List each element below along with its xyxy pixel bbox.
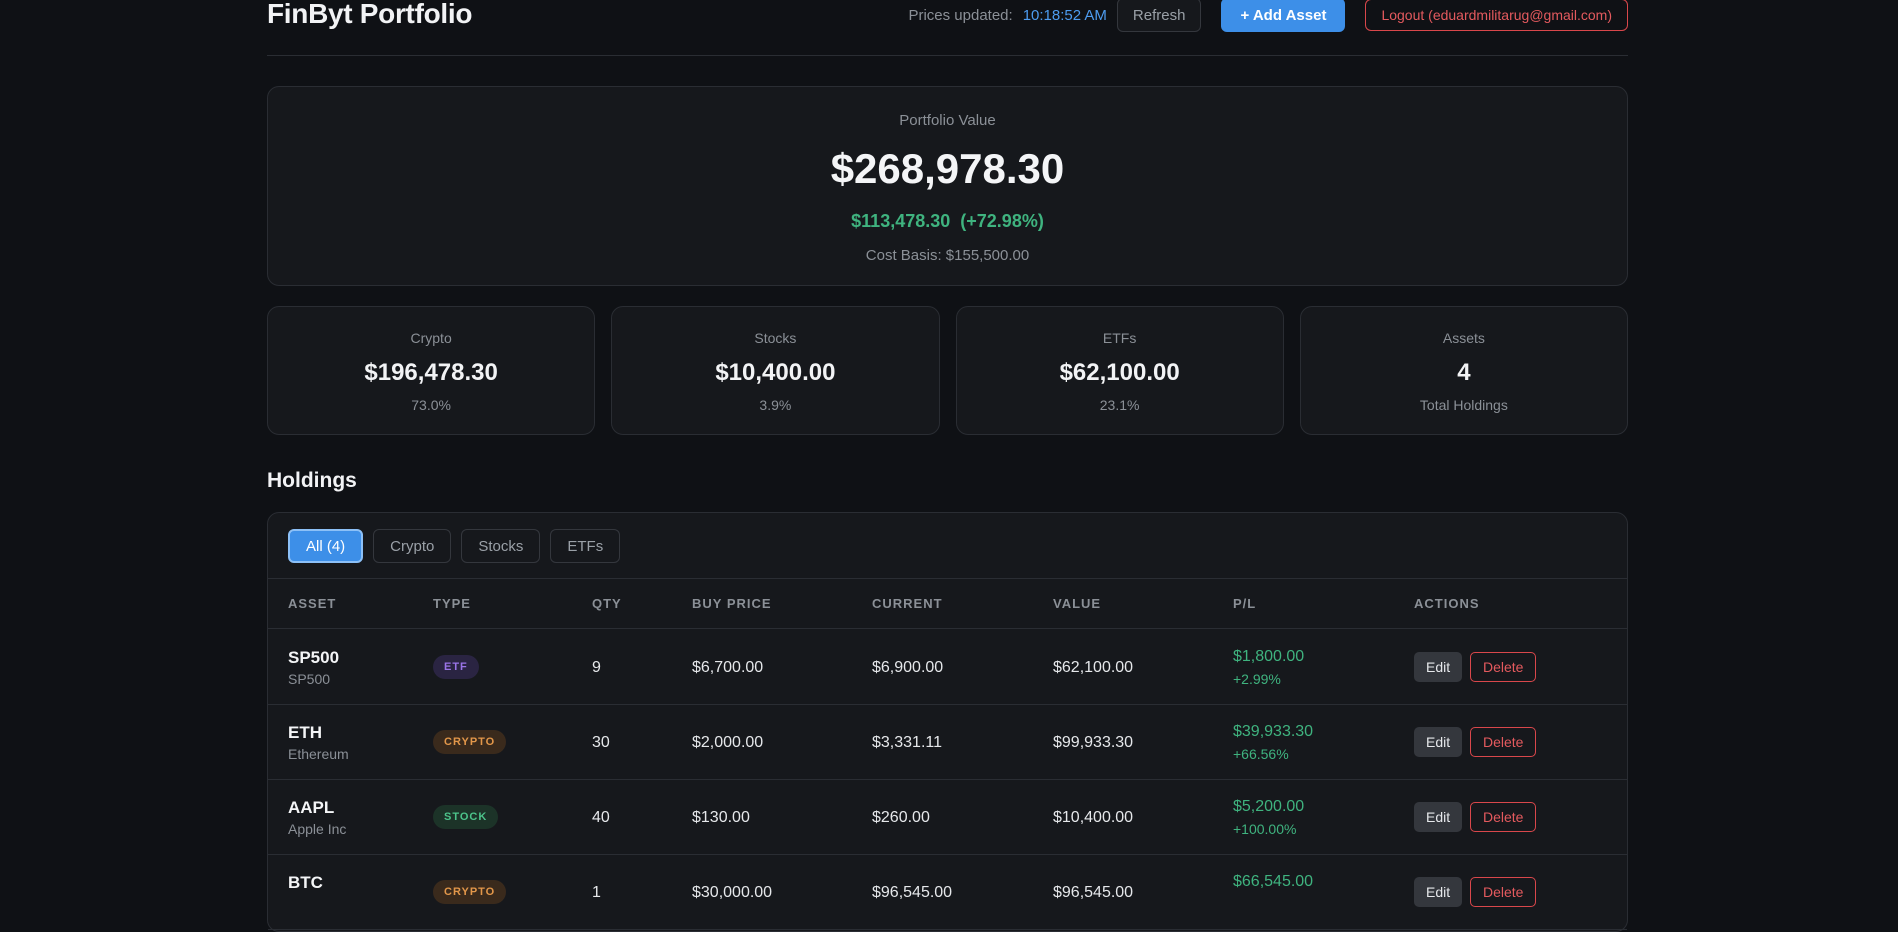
edit-button[interactable]: Edit <box>1414 802 1463 832</box>
pl-percent: +100.00% <box>1233 821 1297 837</box>
type-badge: CRYPTO <box>433 730 507 754</box>
app-container: FinByt Portfolio Prices updated: 10:18:5… <box>267 0 1628 932</box>
holdings-table: All (4) Crypto Stocks ETFs ASSET TYPE QT… <box>267 512 1628 932</box>
column-header-current[interactable]: CURRENT <box>872 596 943 611</box>
column-header-pl[interactable]: P/L <box>1233 596 1256 611</box>
stat-label: Crypto <box>410 330 452 346</box>
pl-amount: $66,545.00 <box>1233 873 1314 890</box>
asset-symbol: BTC <box>288 873 323 892</box>
type-badge: ETF <box>433 655 479 679</box>
add-asset-button[interactable]: + Add Asset <box>1221 0 1346 32</box>
stat-sub: 23.1% <box>1099 397 1140 413</box>
filter-all[interactable]: All (4) <box>288 529 364 563</box>
stat-card-crypto: Crypto $196,478.30 73.0% <box>267 306 596 435</box>
stat-sub: Total Holdings <box>1419 397 1508 413</box>
column-header-buy-price[interactable]: BUY PRICE <box>692 596 772 611</box>
edit-button[interactable]: Edit <box>1414 877 1463 907</box>
prices-updated-label: Prices updated: <box>908 6 1013 24</box>
filter-crypto[interactable]: Crypto <box>373 529 452 563</box>
asset-name: Ethereum <box>288 746 349 762</box>
stats-row: Crypto $196,478.30 73.0% Stocks $10,400.… <box>267 306 1628 435</box>
portfolio-value-label: Portfolio Value <box>899 112 996 129</box>
asset-name: SP500 <box>288 671 331 687</box>
type-badge: CRYPTO <box>433 880 507 904</box>
header: FinByt Portfolio Prices updated: 10:18:5… <box>267 0 1628 56</box>
current-price: $96,545.00 <box>872 884 953 901</box>
logout-button[interactable]: Logout (eduardmilitarug@gmail.com) <box>1365 0 1628 31</box>
table-row[interactable]: BTC CRYPTO 1 $30,000.00 $96,545.00 $96,5… <box>268 855 1627 930</box>
portfolio-value-card: Portfolio Value $268,978.30 $113,478.30 … <box>267 86 1628 286</box>
column-header-asset[interactable]: ASSET <box>288 596 336 611</box>
edit-button[interactable]: Edit <box>1414 727 1463 757</box>
filter-etfs[interactable]: ETFs <box>550 529 621 563</box>
asset-name: Apple Inc <box>288 821 347 837</box>
stat-card-etfs: ETFs $62,100.00 23.1% <box>955 306 1284 435</box>
qty: 9 <box>592 659 601 676</box>
table-row[interactable]: SP500 SP500 ETF 9 $6,700.00 $6,900.00 $6… <box>268 630 1627 705</box>
buy-price: $6,700.00 <box>692 659 764 676</box>
stat-card-stocks: Stocks $10,400.00 3.9% <box>611 306 940 435</box>
table-row[interactable]: AAPL Apple Inc STOCK 40 $130.00 $260.00 … <box>268 780 1627 855</box>
column-header-type[interactable]: TYPE <box>433 596 471 611</box>
pl-percent: +66.56% <box>1233 746 1289 762</box>
current-price: $3,331.11 <box>872 734 942 751</box>
column-header-actions: ACTIONS <box>1414 596 1480 611</box>
pl-percent: +2.99% <box>1233 671 1281 687</box>
type-badge: STOCK <box>433 805 499 829</box>
holdings-title: Holdings <box>267 469 357 492</box>
delete-button[interactable]: Delete <box>1470 652 1537 682</box>
prices-updated-time: 10:18:52 AM <box>1022 6 1107 24</box>
delete-button[interactable]: Delete <box>1470 727 1537 757</box>
value: $62,100.00 <box>1053 659 1134 676</box>
pl-amount: $39,933.30 <box>1233 723 1314 740</box>
column-header-qty[interactable]: QTY <box>592 596 622 611</box>
current-price: $6,900.00 <box>872 659 944 676</box>
stat-value: $196,478.30 <box>364 359 498 386</box>
asset-symbol: ETH <box>288 723 322 742</box>
app-title: FinByt Portfolio <box>267 0 473 29</box>
pl-amount: $1,800.00 <box>1233 648 1305 665</box>
stat-label: Assets <box>1442 330 1485 346</box>
table-header: ASSET TYPE QTY BUY PRICE CURRENT VALUE P… <box>268 578 1627 629</box>
portfolio-change-percent: (+72.98%) <box>960 211 1044 231</box>
stat-value: 4 <box>1457 359 1471 386</box>
qty: 1 <box>592 884 601 901</box>
edit-button[interactable]: Edit <box>1414 652 1463 682</box>
current-price: $260.00 <box>872 809 930 826</box>
portfolio-change: $113,478.30 (+72.98%) <box>268 211 1627 232</box>
stat-card-assets: Assets 4 Total Holdings <box>1299 306 1628 435</box>
stat-value: $10,400.00 <box>715 359 836 386</box>
delete-button[interactable]: Delete <box>1470 802 1537 832</box>
column-header-value[interactable]: VALUE <box>1053 596 1101 611</box>
qty: 30 <box>592 734 610 751</box>
portfolio-value: $268,978.30 <box>830 145 1065 192</box>
stat-value: $62,100.00 <box>1059 359 1180 386</box>
refresh-button[interactable]: Refresh <box>1116 0 1202 32</box>
asset-symbol: AAPL <box>288 798 335 817</box>
qty: 40 <box>592 809 610 826</box>
portfolio-change-amount: $113,478.30 <box>851 211 951 231</box>
cost-basis: Cost Basis: $155,500.00 <box>865 247 1030 264</box>
value: $10,400.00 <box>1053 809 1134 826</box>
buy-price: $30,000.00 <box>692 884 773 901</box>
filter-stocks[interactable]: Stocks <box>461 529 541 563</box>
pl-amount: $5,200.00 <box>1233 798 1305 815</box>
filter-tabs: All (4) Crypto Stocks ETFs <box>288 529 621 563</box>
asset-symbol: SP500 <box>288 648 340 667</box>
buy-price: $2,000.00 <box>692 734 764 751</box>
buy-price: $130.00 <box>692 809 750 826</box>
delete-button[interactable]: Delete <box>1470 877 1537 907</box>
table-row[interactable]: ETH Ethereum CRYPTO 30 $2,000.00 $3,331.… <box>268 705 1627 780</box>
stat-sub: 73.0% <box>411 397 451 413</box>
stat-label: ETFs <box>1102 330 1137 346</box>
header-actions: Prices updated: 10:18:52 AM Refresh + Ad… <box>908 0 1628 32</box>
stat-label: Stocks <box>754 330 797 346</box>
value: $96,545.00 <box>1053 884 1134 901</box>
value: $99,933.30 <box>1053 734 1134 751</box>
stat-sub: 3.9% <box>759 397 792 413</box>
